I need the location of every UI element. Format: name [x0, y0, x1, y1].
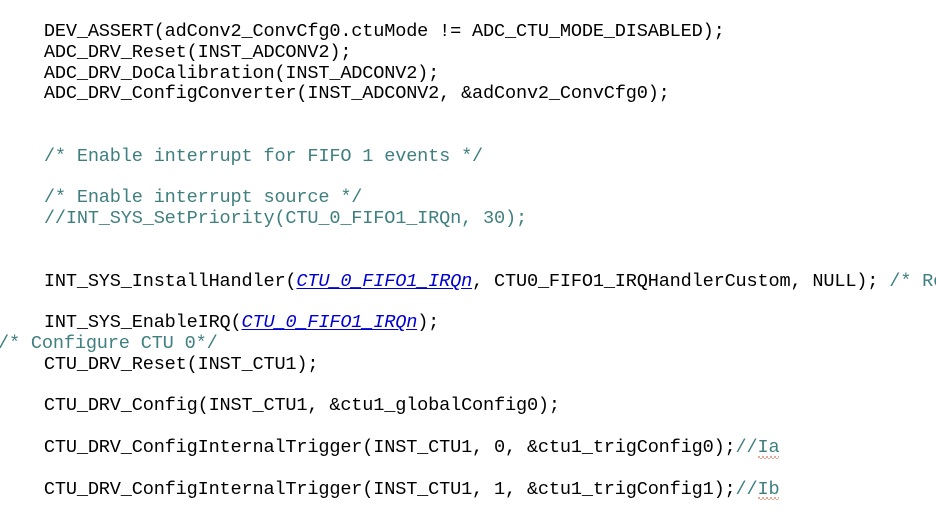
line-install-handler-token-2-plain: , CTU0_FIFO1_IRQHandlerCustom, NULL);	[472, 271, 890, 292]
line-blank-6[interactable]	[0, 292, 936, 313]
line-enable-irq-token-2-plain: );	[417, 313, 440, 334]
line-adc-reset[interactable]: ADC_DRV_Reset(INST_ADCONV2);	[0, 43, 936, 64]
line-ctu-trig1-token-1-comment: //	[735, 479, 758, 500]
line-blank-3[interactable]	[0, 168, 936, 189]
line-adc-reset-token-0-plain: ADC_DRV_Reset(INST_ADCONV2);	[0, 42, 352, 63]
line-ctu-trig1-token-2-misspelled: Ib	[757, 479, 780, 501]
line-ctu-trig0-token-1-comment: //	[735, 437, 758, 458]
line-install-handler-token-1-enum: CTU_0_FIFO1_IRQn	[296, 271, 473, 292]
line-dev-assert[interactable]: DEV_ASSERT(adConv2_ConvCfg0.ctuMode != A…	[0, 22, 936, 43]
line-ctu-config-token-0-plain: CTU_DRV_Config(INST_CTU1, &ctu1_globalCo…	[0, 396, 560, 417]
line-blank-1[interactable]	[0, 105, 936, 126]
line-install-handler[interactable]: INT_SYS_InstallHandler(CTU_0_FIFO1_IRQn,…	[0, 272, 936, 293]
line-ctu-reset-token-0-plain: CTU_DRV_Reset(INST_CTU1);	[0, 354, 319, 375]
line-comment-enable-fifo-token-0-comment: /* Enable interrupt for FIFO 1 events */	[0, 146, 484, 167]
line-ctu-trig0[interactable]: CTU_DRV_ConfigInternalTrigger(INST_CTU1,…	[0, 438, 936, 459]
line-ctu-reset[interactable]: CTU_DRV_Reset(INST_CTU1);	[0, 355, 936, 376]
line-comment-enable-source[interactable]: /* Enable interrupt source */	[0, 188, 936, 209]
line-enable-irq-token-1-enum: CTU_0_FIFO1_IRQn	[241, 313, 418, 334]
line-ctu-config[interactable]: CTU_DRV_Config(INST_CTU1, &ctu1_globalCo…	[0, 396, 936, 417]
line-adc-docalibration[interactable]: ADC_DRV_DoCalibration(INST_ADCONV2);	[0, 64, 936, 85]
line-install-handler-token-0-plain: INT_SYS_InstallHandler(	[0, 271, 297, 292]
line-commented-setpriority-token-0-comment: //INT_SYS_SetPriority(CTU_0_FIFO1_IRQn, …	[0, 209, 527, 230]
line-comment-configure-ctu0[interactable]: /* Configure CTU 0*/	[0, 334, 936, 355]
line-ctu-trig1[interactable]: CTU_DRV_ConfigInternalTrigger(INST_CTU1,…	[0, 480, 936, 501]
code-editor-viewport[interactable]: DEV_ASSERT(adConv2_ConvCfg0.ctuMode != A…	[0, 0, 936, 520]
line-blank-4[interactable]	[0, 230, 936, 251]
line-enable-irq-token-0-plain: INT_SYS_EnableIRQ(	[0, 313, 242, 334]
line-blank-8[interactable]	[0, 417, 936, 438]
line-ctu-trig0-token-0-plain: CTU_DRV_ConfigInternalTrigger(INST_CTU1,…	[0, 437, 736, 458]
line-ctu-trig1-token-0-plain: CTU_DRV_ConfigInternalTrigger(INST_CTU1,…	[0, 479, 736, 500]
line-blank-7[interactable]	[0, 376, 936, 397]
line-comment-configure-ctu0-token-0-comment: /* Configure CTU 0*/	[0, 333, 218, 354]
code-text-area[interactable]: DEV_ASSERT(adConv2_ConvCfg0.ctuMode != A…	[0, 22, 936, 501]
line-blank-5[interactable]	[0, 251, 936, 272]
line-comment-enable-source-token-0-comment: /* Enable interrupt source */	[0, 188, 363, 209]
line-enable-irq[interactable]: INT_SYS_EnableIRQ(CTU_0_FIFO1_IRQn);	[0, 313, 936, 334]
line-adc-configconverter[interactable]: ADC_DRV_ConfigConverter(INST_ADCONV2, &a…	[0, 84, 936, 105]
line-install-handler-token-3-comment: /* Re	[889, 271, 936, 292]
line-adc-configconverter-token-0-plain: ADC_DRV_ConfigConverter(INST_ADCONV2, &a…	[0, 84, 670, 105]
line-adc-docalibration-token-0-plain: ADC_DRV_DoCalibration(INST_ADCONV2);	[0, 63, 440, 84]
line-blank-9[interactable]	[0, 459, 936, 480]
line-commented-setpriority[interactable]: //INT_SYS_SetPriority(CTU_0_FIFO1_IRQn, …	[0, 209, 936, 230]
line-dev-assert-token-0-plain: DEV_ASSERT(adConv2_ConvCfg0.ctuMode != A…	[0, 22, 725, 42]
line-comment-enable-fifo[interactable]: /* Enable interrupt for FIFO 1 events */	[0, 147, 936, 168]
line-blank-2[interactable]	[0, 126, 936, 147]
line-ctu-trig0-token-2-misspelled: Ia	[757, 437, 780, 459]
